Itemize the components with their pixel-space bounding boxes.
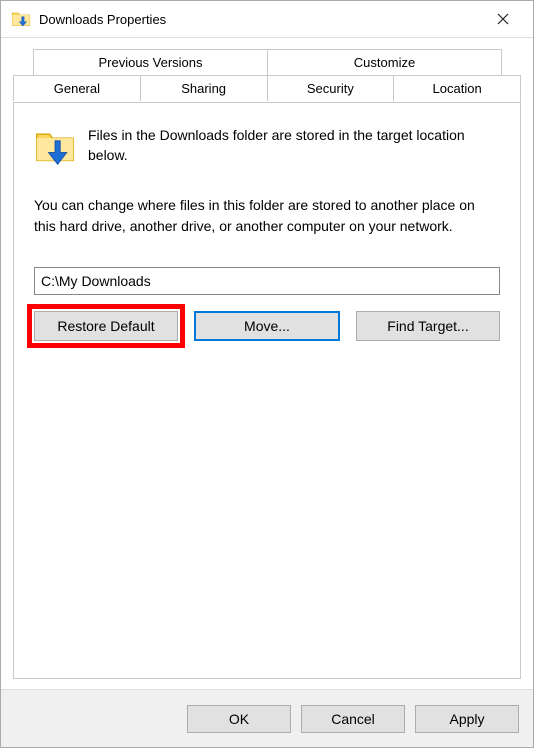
tab-row-bottom: General Sharing Security Location xyxy=(13,75,521,101)
tab-page-location: Files in the Downloads folder are stored… xyxy=(13,102,521,679)
tab-customize[interactable]: Customize xyxy=(267,49,502,75)
tab-security[interactable]: Security xyxy=(267,75,395,101)
properties-dialog: Downloads Properties Previous Versions C… xyxy=(0,0,534,748)
tab-sharing[interactable]: Sharing xyxy=(140,75,268,101)
close-button[interactable] xyxy=(481,4,525,34)
location-button-row: Restore Default Move... Find Target... xyxy=(34,311,500,341)
heading-row: Files in the Downloads folder are stored… xyxy=(34,125,500,167)
apply-button[interactable]: Apply xyxy=(415,705,519,733)
downloads-folder-icon xyxy=(11,8,31,31)
tab-control: Previous Versions Customize General Shar… xyxy=(13,49,521,679)
window-title: Downloads Properties xyxy=(31,12,481,27)
find-target-button[interactable]: Find Target... xyxy=(356,311,500,341)
dialog-body: Previous Versions Customize General Shar… xyxy=(1,37,533,689)
ok-button[interactable]: OK xyxy=(187,705,291,733)
location-path-input[interactable] xyxy=(34,267,500,295)
tab-location[interactable]: Location xyxy=(393,75,521,102)
move-button[interactable]: Move... xyxy=(194,311,340,341)
description-text: You can change where files in this folde… xyxy=(34,195,500,237)
titlebar: Downloads Properties xyxy=(1,1,533,38)
cancel-button[interactable]: Cancel xyxy=(301,705,405,733)
heading-text: Files in the Downloads folder are stored… xyxy=(88,125,500,166)
downloads-folder-large-icon xyxy=(34,125,76,167)
tab-general[interactable]: General xyxy=(13,75,141,101)
restore-default-button[interactable]: Restore Default xyxy=(34,311,178,341)
dialog-button-bar: OK Cancel Apply xyxy=(1,689,533,747)
close-icon xyxy=(497,13,509,25)
tab-previous-versions[interactable]: Previous Versions xyxy=(33,49,268,75)
tab-row-top: Previous Versions Customize xyxy=(33,49,501,75)
